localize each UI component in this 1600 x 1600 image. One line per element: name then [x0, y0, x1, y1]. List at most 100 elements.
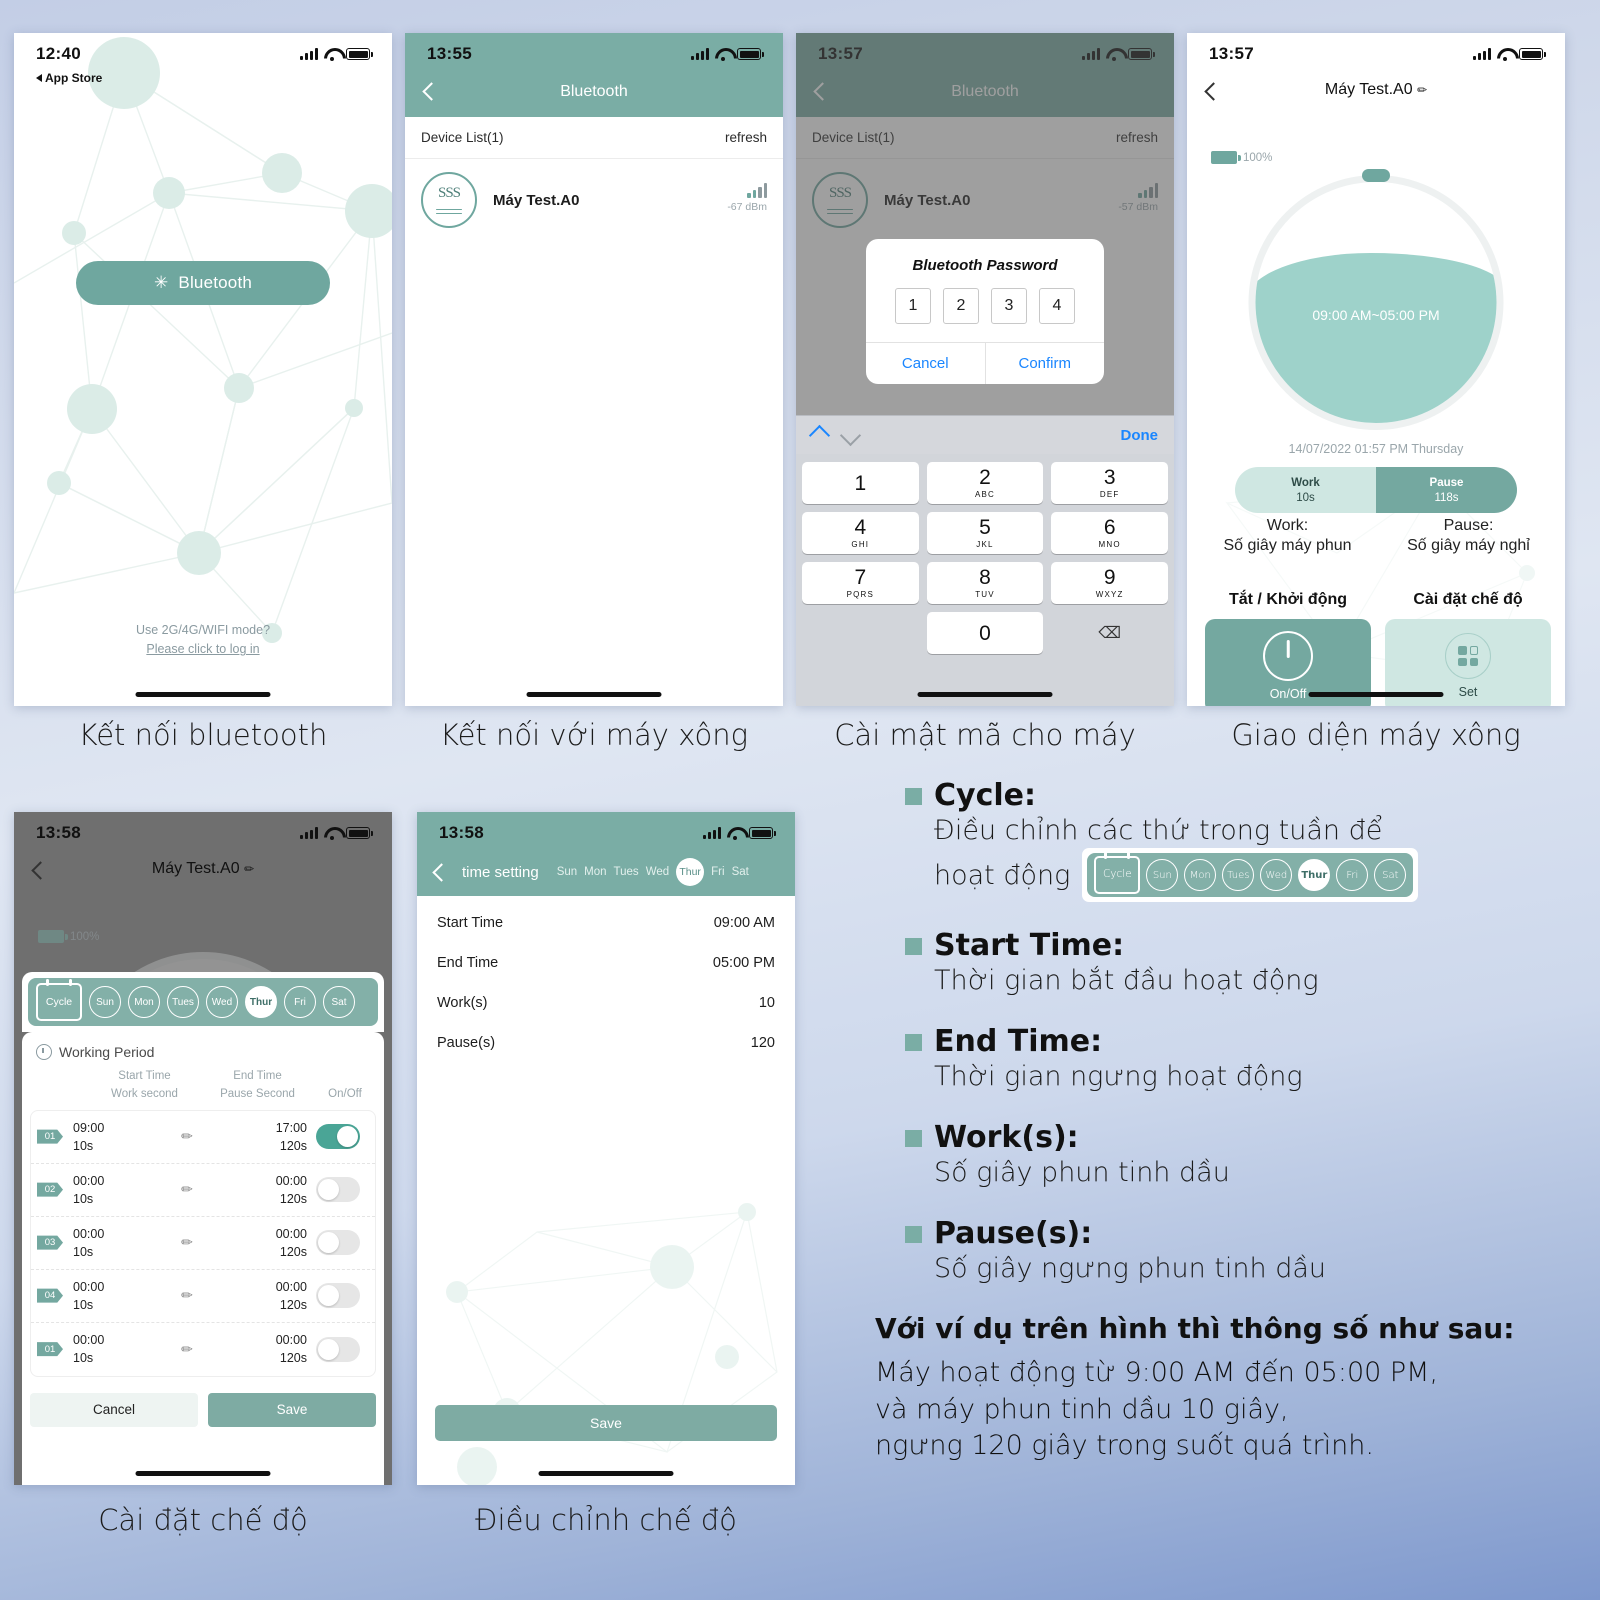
row-toggle[interactable]	[316, 1336, 360, 1362]
cycle-button[interactable]: Cycle	[36, 979, 82, 1021]
dial-knob[interactable]	[1362, 169, 1390, 182]
pin-digit-2[interactable]: 2	[943, 288, 979, 324]
phone-screen-device-dashboard: 13:57 Máy Test.A0 ✏ 100% 09:00 AM~05:00 …	[1187, 33, 1565, 706]
key-2[interactable]: 2 ABC	[926, 462, 1044, 504]
table-row[interactable]: 02 00:00 10s ✏ 00:00 120s	[31, 1164, 375, 1217]
pin-input-row[interactable]: 1 2 3 4	[866, 288, 1104, 342]
edit-pencil-icon[interactable]: ✏	[1417, 83, 1427, 97]
day-tues[interactable]: Tues	[167, 986, 199, 1018]
key-6[interactable]: 6 MNO	[1051, 512, 1168, 554]
chevron-up-icon[interactable]	[808, 424, 831, 446]
refresh-button[interactable]: refresh	[725, 130, 767, 145]
day-sat[interactable]: Sat	[323, 986, 355, 1018]
battery-icon	[346, 827, 373, 839]
key-0[interactable]: 0	[926, 612, 1044, 654]
row-toggle[interactable]	[316, 1230, 360, 1256]
row-edit-pencil-icon[interactable]: ✏	[145, 1287, 229, 1304]
day-tab-wed[interactable]: Wed	[646, 866, 669, 878]
row-toggle[interactable]	[316, 1283, 360, 1309]
chip-day-mon: Mon	[1184, 859, 1217, 892]
day-sun[interactable]: Sun	[89, 986, 121, 1018]
cancel-button[interactable]: Cancel	[866, 343, 986, 384]
table-row[interactable]: 01 00:00 10s ✏ 00:00 120s	[31, 1323, 375, 1376]
row-work-second: 10s	[73, 1244, 94, 1259]
key-5[interactable]: 5 JKL	[926, 512, 1044, 554]
bluetooth-button[interactable]: ✳ Bluetooth	[76, 261, 330, 305]
key-9[interactable]: 9 WXYZ	[1051, 562, 1168, 604]
row-work-second: 10s	[73, 1351, 94, 1366]
key-1[interactable]: 1	[802, 462, 919, 504]
key-2-letters: ABC	[974, 490, 996, 499]
table-row[interactable]: 04 00:00 10s ✏ 00:00 120s	[31, 1270, 375, 1323]
confirm-button[interactable]: Confirm	[986, 343, 1105, 384]
work-pill[interactable]: Work 10s	[1235, 467, 1376, 513]
pin-digit-1[interactable]: 1	[895, 288, 931, 324]
dial-time-range: 09:00 AM~05:00 PM	[1312, 307, 1440, 324]
back-button[interactable]	[432, 862, 451, 882]
chip-day-sat: Sat	[1374, 859, 1407, 892]
cancel-button[interactable]: Cancel	[30, 1392, 198, 1427]
row-start-time: 09:00	[73, 1120, 105, 1135]
key-7-digit: 7	[854, 566, 867, 589]
day-tab-mon[interactable]: Mon	[584, 866, 606, 878]
explain-start-time: Start Time: Thời gian bắt đầu hoạt động	[905, 928, 1595, 998]
home-indicator	[538, 1471, 674, 1476]
edit-pencil-icon[interactable]: ✏	[244, 862, 254, 876]
poster-stage: 12:40 App Store ✳ Bluetooth Use 2G/4G/WI…	[0, 0, 1600, 1600]
day-tab-fri[interactable]: Fri	[711, 866, 724, 878]
phone-screen-password-dialog: 13:57 Bluetooth Device List(1) refresh S…	[796, 33, 1174, 706]
status-time: 12:40	[36, 44, 81, 63]
row-edit-pencil-icon[interactable]: ✏	[145, 1128, 229, 1145]
time-setting-nav-row: time setting Sun Mon Tues Wed Thur Fri S…	[432, 858, 785, 886]
back-to-app-store[interactable]: App Store	[36, 71, 102, 85]
status-bar: 13:58	[14, 812, 392, 854]
key-7[interactable]: 7 PQRS	[802, 562, 919, 604]
schedule-dial[interactable]: 09:00 AM~05:00 PM	[1248, 175, 1504, 430]
pin-digit-3[interactable]: 3	[991, 288, 1027, 324]
diffuser-icon-text: SSS	[437, 185, 461, 201]
key-3[interactable]: 3 DEF	[1051, 462, 1168, 504]
day-mon[interactable]: Mon	[128, 986, 160, 1018]
explain-cycle: Cycle: Điều chỉnh các thứ trong tuần để …	[905, 778, 1595, 903]
col-end-time: End Time	[233, 1070, 282, 1082]
device-list-label: Device List(1)	[421, 130, 504, 145]
row-toggle[interactable]	[316, 1124, 360, 1150]
key-delete[interactable]: ⌫	[1051, 612, 1168, 654]
chevron-down-icon[interactable]	[839, 424, 862, 446]
day-tab-thur[interactable]: Thur	[676, 858, 705, 886]
day-tab-sat[interactable]: Sat	[732, 866, 749, 878]
key-3-digit: 3	[1103, 466, 1116, 489]
explain-start-time-body: Thời gian bắt đầu hoạt động	[934, 965, 1319, 997]
keyboard-done-button[interactable]: Done	[1121, 427, 1159, 444]
key-4-letters: GHI	[851, 540, 870, 549]
row-edit-pencil-icon[interactable]: ✏	[145, 1234, 229, 1251]
battery-icon	[346, 48, 373, 60]
status-bar: 13:57	[1187, 33, 1565, 75]
day-thur[interactable]: Thur	[245, 986, 277, 1018]
day-tab-tues[interactable]: Tues	[614, 866, 639, 878]
save-button[interactable]: Save	[435, 1405, 777, 1441]
pin-digit-4[interactable]: 4	[1039, 288, 1075, 324]
day-tab-sun[interactable]: Sun	[557, 866, 577, 878]
table-row[interactable]: 03 00:00 10s ✏ 00:00 120s	[31, 1217, 375, 1270]
device-list-item[interactable]: SSS Máy Test.A0 -67 dBm	[405, 159, 783, 241]
page-title: Máy Test.A0 ✏	[1187, 81, 1565, 99]
pause-pill-value: 118s	[1434, 491, 1459, 504]
login-link[interactable]: Please click to log in	[146, 642, 259, 656]
save-button[interactable]: Save	[208, 1392, 376, 1427]
row-toggle[interactable]	[316, 1177, 360, 1203]
row-work-second: 10s	[73, 1297, 94, 1312]
day-wed[interactable]: Wed	[206, 986, 238, 1018]
day-fri[interactable]: Fri	[284, 986, 316, 1018]
set-caption: Set	[1458, 685, 1478, 699]
key-4[interactable]: 4 GHI	[802, 512, 919, 554]
setting-row-pause-seconds[interactable]: Pause(s) 120	[417, 1016, 795, 1070]
table-row[interactable]: 01 09:00 10s ✏ 17:00 120s	[31, 1111, 375, 1164]
row-edit-pencil-icon[interactable]: ✏	[145, 1181, 229, 1198]
key-7-letters: PQRS	[846, 590, 875, 599]
row-start-time: 00:00	[73, 1226, 105, 1241]
key-8[interactable]: 8 TUV	[926, 562, 1044, 604]
pause-pill[interactable]: Pause 118s	[1376, 467, 1517, 513]
row-edit-pencil-icon[interactable]: ✏	[145, 1341, 229, 1358]
set-title: Cài đặt chế độ	[1413, 591, 1523, 608]
